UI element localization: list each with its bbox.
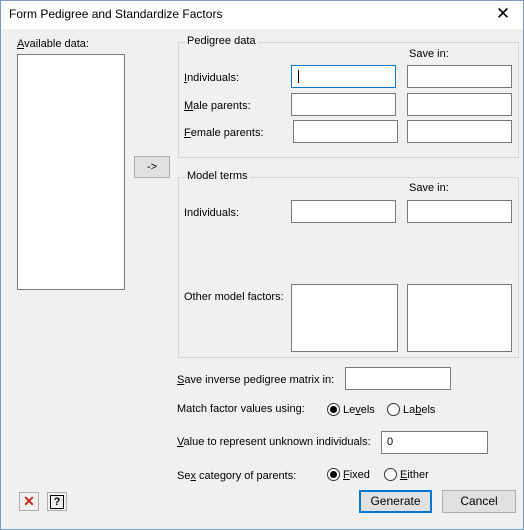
male-parents-label: Male parents: xyxy=(184,100,251,112)
other-model-factors-label: Other model factors: xyxy=(184,291,284,303)
title-bar: Form Pedigree and Standardize Factors ✕ xyxy=(1,1,523,29)
female-parents-label: Female parents: xyxy=(184,127,264,139)
fixed-label: Fixed xyxy=(343,469,370,481)
model-individuals-save-input[interactable] xyxy=(407,200,512,223)
clear-icon[interactable]: ✕ xyxy=(19,492,39,511)
individuals-input[interactable] xyxy=(291,65,396,88)
available-data-label: Available data: xyxy=(17,38,89,50)
other-model-factors-save-list[interactable] xyxy=(407,284,512,352)
match-factor-label: Match factor values using: xyxy=(177,403,305,415)
model-terms-group-title: Model terms xyxy=(185,170,250,182)
individuals-save-input[interactable] xyxy=(407,65,512,88)
individuals-label: Individuals: xyxy=(184,72,240,84)
transfer-button[interactable]: -> xyxy=(134,156,170,178)
male-parents-save-input[interactable] xyxy=(407,93,512,116)
dialog-window: Form Pedigree and Standardize Factors ✕ … xyxy=(0,0,524,530)
levels-radio[interactable] xyxy=(327,403,340,416)
either-radio[interactable] xyxy=(384,468,397,481)
cancel-button[interactable]: Cancel xyxy=(442,490,516,513)
radio-selected-dot xyxy=(330,406,337,413)
save-inverse-input[interactable] xyxy=(345,367,451,390)
fixed-radio[interactable] xyxy=(327,468,340,481)
pedigree-group-title: Pedigree data xyxy=(185,35,258,47)
close-icon[interactable]: ✕ xyxy=(491,4,515,24)
available-data-list[interactable] xyxy=(17,54,125,290)
radio-selected-dot xyxy=(330,471,337,478)
labels-label: Labels xyxy=(403,404,436,416)
levels-label: Levels xyxy=(343,404,375,416)
pedigree-save-in-label: Save in: xyxy=(409,48,449,60)
sex-category-label: Sex category of parents: xyxy=(177,470,297,482)
model-save-in-label: Save in: xyxy=(409,182,449,194)
labels-radio[interactable] xyxy=(387,403,400,416)
help-icon-glyph: ? xyxy=(50,495,64,509)
female-parents-save-input[interactable] xyxy=(407,120,512,143)
text-caret xyxy=(298,70,299,83)
help-icon[interactable]: ? xyxy=(47,492,67,511)
male-parents-input[interactable] xyxy=(291,93,396,116)
save-inverse-label: Save inverse pedigree matrix in: xyxy=(177,374,335,386)
female-parents-input[interactable] xyxy=(293,120,398,143)
other-model-factors-list[interactable] xyxy=(291,284,398,352)
unknown-value-input[interactable]: 0 xyxy=(381,431,488,454)
unknown-value-label: Value to represent unknown individuals: xyxy=(177,436,371,448)
generate-button[interactable]: Generate xyxy=(359,490,432,513)
model-individuals-label: Individuals: xyxy=(184,207,240,219)
either-label: Either xyxy=(400,469,429,481)
model-individuals-input[interactable] xyxy=(291,200,396,223)
window-title: Form Pedigree and Standardize Factors xyxy=(9,7,223,21)
